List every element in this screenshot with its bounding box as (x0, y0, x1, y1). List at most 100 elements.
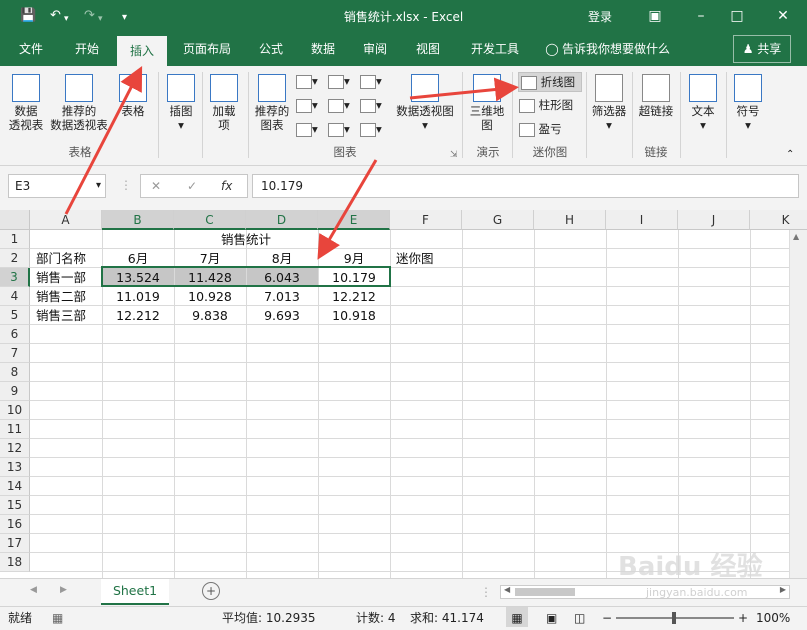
macro-record-icon[interactable]: ▦ (52, 607, 63, 629)
tab-view[interactable]: 视图 (405, 32, 451, 66)
row-header-7[interactable]: 7 (0, 344, 30, 363)
bar-chart-button[interactable]: ▾ (328, 72, 350, 90)
worksheet-grid[interactable]: ABCDEFGHIJK 1 2 3 4 5 6 7 8 9 10 11 12 13 14 15 16 17 18 … (0, 210, 807, 578)
cell-value[interactable]: 12.212 (318, 287, 390, 306)
tab-insert[interactable]: 插入 (117, 36, 167, 66)
recommended-pivot-button[interactable]: 推荐的 数据透视表 (46, 74, 112, 132)
cell-dept-name[interactable]: 销售三部 (36, 306, 102, 325)
statistic-chart-button[interactable]: ▾ (328, 96, 350, 114)
minimize-button[interactable]: – (689, 4, 713, 28)
select-all-corner[interactable] (0, 210, 30, 230)
close-button[interactable]: ✕ (771, 4, 795, 28)
tell-me-search[interactable]: 告诉我你想要做什么 (562, 32, 682, 66)
recommended-charts-button[interactable]: 推荐的 图表 (252, 74, 292, 132)
vertical-scrollbar[interactable]: ▲ (789, 230, 807, 578)
row-header-1[interactable]: 1 (0, 230, 30, 249)
cell-value[interactable]: 9.693 (246, 306, 318, 325)
tab-data[interactable]: 数据 (300, 32, 346, 66)
cell-dept-name[interactable]: 销售一部 (36, 268, 102, 287)
enter-icon[interactable]: ✓ (187, 175, 197, 197)
page-break-view-icon[interactable]: ◫ (574, 607, 585, 629)
sign-in-link[interactable]: 登录 (588, 8, 612, 25)
column-header-B[interactable]: B (102, 210, 174, 230)
column-header-J[interactable]: J (678, 210, 750, 230)
sparkline-column-button[interactable]: 柱形图 (519, 96, 573, 114)
zoom-slider[interactable] (616, 612, 734, 624)
tab-developer[interactable]: 开发工具 (460, 32, 530, 66)
combo-chart-button[interactable]: ▾ (360, 96, 382, 114)
addins-button[interactable]: 加载 项 (206, 74, 242, 132)
zoom-in-button[interactable]: + (738, 607, 748, 629)
add-sheet-button[interactable]: + (202, 582, 220, 600)
row-header-16[interactable]: 16 (0, 515, 30, 534)
tab-home[interactable]: 开始 (62, 32, 112, 66)
tab-page-layout[interactable]: 页面布局 (172, 32, 242, 66)
scrollbar-thumb[interactable] (515, 588, 575, 596)
cell-header-sparkline[interactable]: 迷你图 (396, 249, 462, 268)
hyperlink-button[interactable]: 超链接 (636, 74, 676, 118)
cell-value[interactable]: 10.918 (318, 306, 390, 325)
sparkline-line-button[interactable]: 折线图 (518, 72, 583, 92)
zoom-slider-thumb[interactable] (672, 612, 676, 624)
scroll-right-icon[interactable]: ▶ (60, 585, 67, 595)
page-layout-view-icon[interactable]: ▣ (546, 607, 557, 629)
sheet-tab-sheet1[interactable]: Sheet1 (101, 579, 169, 605)
dialog-launcher-icon[interactable]: ⇲ (450, 146, 458, 164)
row-header-6[interactable]: 6 (0, 325, 30, 344)
name-box[interactable]: E3 ▾ (8, 174, 106, 198)
cancel-icon[interactable]: ✕ (151, 175, 161, 197)
row-header-5[interactable]: 5 (0, 306, 30, 325)
illustrations-button[interactable]: 插图 ▾ (164, 74, 198, 132)
scroll-left-icon[interactable]: ◀ (504, 585, 510, 594)
pie-chart-button[interactable]: ▾ (296, 120, 318, 138)
ribbon-display-options-icon[interactable]: ▣ (643, 4, 667, 28)
table-button[interactable]: 表格 (114, 74, 152, 118)
row-header-3[interactable]: 3 (0, 268, 30, 287)
cell-value[interactable]: 9.838 (174, 306, 246, 325)
radar-chart-button[interactable]: ▾ (360, 120, 382, 138)
column-header-E[interactable]: E (318, 210, 390, 230)
column-header-A[interactable]: A (30, 210, 102, 230)
cell-header-dept[interactable]: 部门名称 (36, 249, 102, 268)
scroll-up-icon[interactable]: ▲ (793, 232, 799, 241)
hierarchy-chart-button[interactable]: ▾ (360, 72, 382, 90)
row-header-12[interactable]: 12 (0, 439, 30, 458)
filters-button[interactable]: 筛选器 ▾ (590, 74, 628, 132)
row-header-13[interactable]: 13 (0, 458, 30, 477)
cell-dept-name[interactable]: 销售二部 (36, 287, 102, 306)
row-header-17[interactable]: 17 (0, 534, 30, 553)
column-header-C[interactable]: C (174, 210, 246, 230)
cell-value[interactable]: 10.928 (174, 287, 246, 306)
column-header-D[interactable]: D (246, 210, 318, 230)
split-handle-icon[interactable]: ⋮ (480, 585, 492, 599)
scroll-right-icon[interactable]: ▶ (780, 585, 786, 594)
pivot-chart-button[interactable]: 数据透视图 ▾ (394, 74, 456, 132)
insert-function-icon[interactable]: fx (221, 175, 232, 197)
collapse-ribbon-icon[interactable]: ⌃ (786, 146, 794, 164)
maximize-button[interactable]: □ (725, 4, 749, 28)
pivot-table-button[interactable]: 数据 透视表 (6, 74, 46, 132)
resize-handle-icon[interactable]: ⋮ (120, 178, 132, 192)
formula-input[interactable]: 10.179 (252, 174, 799, 198)
tab-review[interactable]: 审阅 (352, 32, 398, 66)
row-header-15[interactable]: 15 (0, 496, 30, 515)
column-header-G[interactable]: G (462, 210, 534, 230)
cell-value[interactable]: 7.013 (246, 287, 318, 306)
row-header-14[interactable]: 14 (0, 477, 30, 496)
scroll-left-icon[interactable]: ◀ (30, 585, 37, 595)
row-header-8[interactable]: 8 (0, 363, 30, 382)
column-chart-button[interactable]: ▾ (296, 72, 318, 90)
row-header-18[interactable]: 18 (0, 553, 30, 572)
zoom-level[interactable]: 100% (756, 607, 790, 629)
tab-formulas[interactable]: 公式 (248, 32, 294, 66)
column-header-I[interactable]: I (606, 210, 678, 230)
text-button[interactable]: 文本 ▾ (684, 74, 722, 132)
row-header-11[interactable]: 11 (0, 420, 30, 439)
scatter-chart-button[interactable]: ▾ (328, 120, 350, 138)
normal-view-icon[interactable]: ▦ (506, 607, 528, 627)
zoom-out-button[interactable]: − (602, 607, 612, 629)
column-header-H[interactable]: H (534, 210, 606, 230)
cell-title[interactable]: 销售统计 (102, 230, 390, 249)
tab-file[interactable]: 文件 (8, 32, 54, 66)
column-header-F[interactable]: F (390, 210, 462, 230)
